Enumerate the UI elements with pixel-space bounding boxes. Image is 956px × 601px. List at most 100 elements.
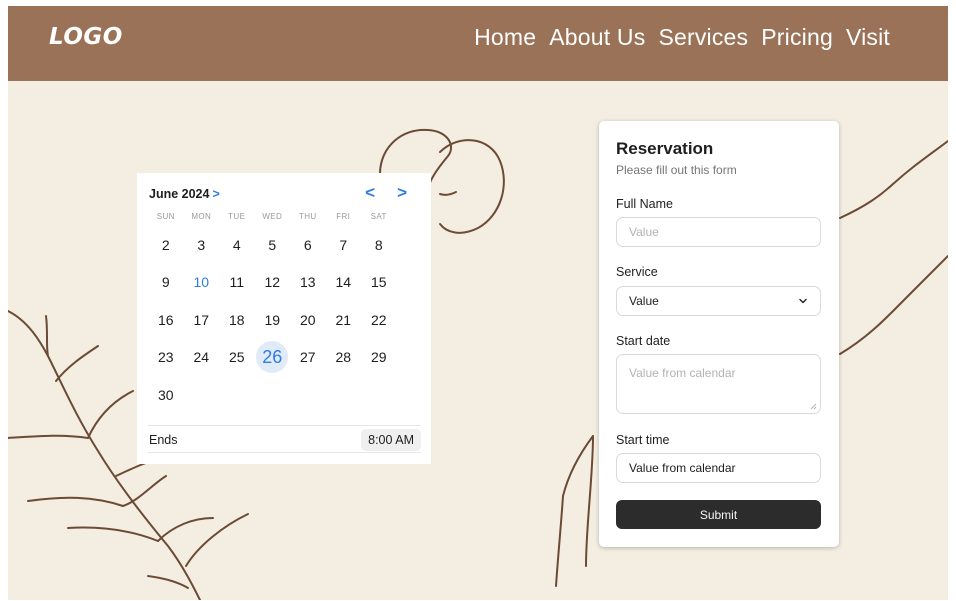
previous-month-button[interactable]: < [365,183,375,203]
weekday-label: WED [262,212,283,221]
calendar-header: June 2024 > < > [149,183,421,203]
calendar-day-number: 27 [299,349,316,366]
form-title: Reservation [616,139,714,158]
calendar-day-number: 8 [374,236,383,253]
calendar-day[interactable]: 16 [148,301,184,339]
calendar-day-number: 11 [229,274,245,291]
calendar-day[interactable]: 12 [255,264,291,302]
calendar-day[interactable]: 14 [326,264,362,302]
calendar-day[interactable]: 25 [219,339,255,377]
calendar-day-number: 5 [268,236,277,253]
logo[interactable]: LOGO [49,24,123,50]
service-select[interactable]: Value [616,286,821,316]
full-name-input[interactable]: Value [616,217,821,247]
calendar-day-number: 29 [370,349,387,366]
page-frame: LOGO Home About Us Services Pricing Visi… [8,6,948,600]
calendar-day[interactable]: 8 [361,226,397,264]
full-name-placeholder: Value [629,225,659,239]
start-time-value: Value from calendar [629,461,736,475]
calendar-day-number: 25 [228,349,245,366]
calendar-day[interactable]: 27 [290,339,326,377]
nav-link-services[interactable]: Services [658,24,748,51]
calendar-day[interactable]: 3 [184,226,220,264]
calendar-day[interactable]: 24 [184,339,220,377]
resize-grip-icon[interactable] [810,403,817,410]
calendar-day[interactable]: 22 [361,301,397,339]
reservation-form: Reservation Please fill out this form Fu… [599,121,839,547]
calendar-day-number: 4 [232,236,241,253]
top-navbar: LOGO Home About Us Services Pricing Visi… [8,6,948,81]
nav-link-home[interactable]: Home [474,24,536,51]
calendar-day-selected[interactable]: 26 [255,339,291,377]
weekday-label: TUE [228,212,246,221]
calendar-day-number: 12 [264,274,281,291]
calendar-day-number: 28 [335,349,352,366]
calendar-day[interactable]: 6 [290,226,326,264]
calendar-day[interactable]: 19 [255,301,291,339]
calendar-day[interactable]: 18 [219,301,255,339]
start-time-input[interactable]: Value from calendar [616,453,821,483]
weekday-label: FRI [336,212,351,221]
ends-time-button[interactable]: 8:00 AM [361,429,421,451]
calendar-day-number: 2 [161,236,170,253]
calendar-day-number: 6 [303,236,312,253]
calendar-day[interactable]: 17 [184,301,220,339]
weekday-label: MON [191,212,212,221]
start-date-label: Start date [616,334,671,348]
date-picker-calendar: June 2024 > < > SUN MON TUE WED THU FRI S… [137,173,431,464]
calendar-day[interactable]: 9 [148,264,184,302]
calendar-day-number: 13 [299,274,316,291]
full-name-label: Full Name [616,197,673,211]
chevron-right-icon: > [212,187,220,201]
calendar-day[interactable]: 11 [219,264,255,302]
calendar-day[interactable]: 4 [219,226,255,264]
calendar-day-number: 30 [157,386,174,403]
calendar-day-number: 19 [264,311,281,328]
calendar-day-grid: 2 3 4 5 6 7 8 9 10 11 12 13 14 15 16 17 18 19 20 21 22 23 24 25… [148,226,397,414]
calendar-day-number: 26 [256,341,289,374]
calendar-day-number: 20 [299,311,316,328]
calendar-day[interactable]: 2 [148,226,184,264]
calendar-day-number: 17 [193,311,210,328]
weekday-label: THU [298,212,317,221]
month-label: June 2024 [149,187,210,201]
calendar-day-number: 7 [339,236,348,253]
weekday-header-row: SUN MON TUE WED THU FRI SAT [148,212,397,221]
calendar-day[interactable]: 5 [255,226,291,264]
calendar-day[interactable]: 10 [184,264,220,302]
calendar-day-number: 23 [157,349,174,366]
calendar-day-number: 15 [370,274,387,291]
nav-link-visit[interactable]: Visit [846,24,890,51]
submit-button[interactable]: Submit [616,500,821,529]
next-month-button[interactable]: > [397,183,407,203]
ends-label: Ends [149,433,178,447]
calendar-day-number: 18 [228,311,245,328]
calendar-day-number: 22 [370,311,387,328]
calendar-day-number: 3 [197,236,206,253]
calendar-day-number: 24 [193,349,210,366]
start-date-placeholder: Value from calendar [629,366,736,380]
calendar-day[interactable]: 20 [290,301,326,339]
calendar-day[interactable]: 7 [326,226,362,264]
calendar-day[interactable]: 28 [326,339,362,377]
weekday-label: SUN [156,212,175,221]
nav-link-about-us[interactable]: About Us [549,24,645,51]
service-value: Value [629,294,659,308]
calendar-footer: Ends 8:00 AM [148,425,421,453]
form-subtitle: Please fill out this form [616,163,737,177]
calendar-day[interactable]: 21 [326,301,362,339]
calendar-day[interactable]: 15 [361,264,397,302]
calendar-day-number: 21 [335,311,352,328]
calendar-day-number: 9 [161,274,170,291]
nav-links: Home About Us Services Pricing Visit [461,24,890,51]
calendar-day[interactable]: 29 [361,339,397,377]
calendar-day-number: 16 [157,311,174,328]
start-time-label: Start time [616,433,670,447]
calendar-day[interactable]: 30 [148,376,184,414]
month-selector[interactable]: June 2024 > [149,187,220,201]
calendar-day[interactable]: 23 [148,339,184,377]
calendar-day[interactable]: 13 [290,264,326,302]
weekday-label: SAT [370,212,387,221]
start-date-textarea[interactable]: Value from calendar [616,354,821,414]
nav-link-pricing[interactable]: Pricing [761,24,833,51]
